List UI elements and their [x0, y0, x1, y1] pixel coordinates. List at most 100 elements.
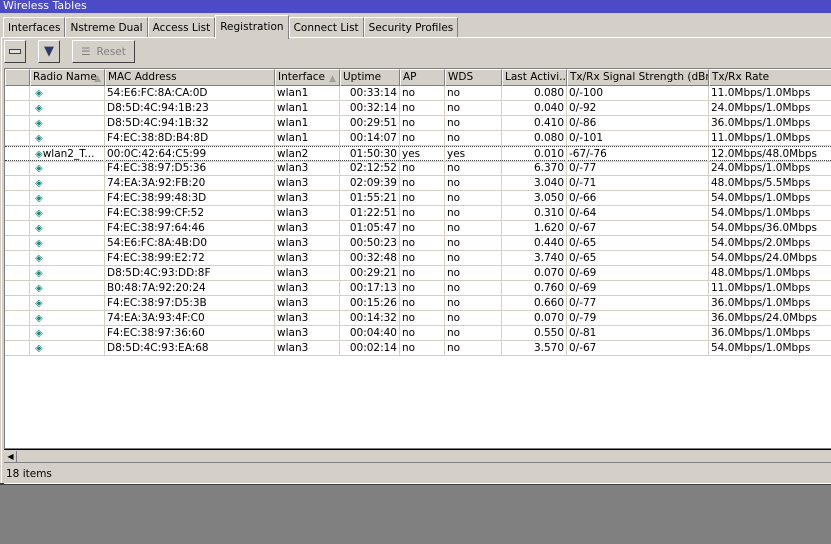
- cell-text: 0/-64: [569, 207, 597, 219]
- column-header-uptime[interactable]: Uptime: [340, 69, 400, 86]
- reset-list-icon: ☰: [81, 45, 91, 58]
- cell-interface: wlan1: [275, 131, 340, 146]
- column-label: Interface: [278, 71, 326, 83]
- minus-icon: [9, 49, 21, 54]
- cell-mac-address: 74:EA:3A:93:4F:C0: [105, 311, 275, 326]
- wireless-tables-window: Interfaces Nstreme Dual Access List Regi…: [0, 13, 831, 485]
- table-row[interactable]: ◈ F4:EC:38:97:D5:36 wlan3 02:12:52 no no 6.370…: [5, 161, 831, 176]
- row-select-cell[interactable]: [5, 221, 30, 236]
- cell-text: no: [402, 117, 416, 129]
- cell-text: 54:E6:FC:8A:CA:0D: [107, 87, 208, 99]
- table-row[interactable]: ◈ F4:EC:38:99:48:3D wlan3 01:55:21 no no 3.050…: [5, 191, 831, 206]
- cell-interface: wlan3: [275, 311, 340, 326]
- table-row[interactable]: ◈ 74:EA:3A:93:4F:C0 wlan3 00:14:32 no no 0.070…: [5, 311, 831, 326]
- tab-registration[interactable]: Registration: [215, 15, 289, 39]
- cell-text: no: [402, 102, 416, 114]
- cell-interface: wlan3: [275, 326, 340, 341]
- table-row[interactable]: ◈ 54:E6:FC:8A:CA:0D wlan1 00:33:14 no no 0.080…: [5, 86, 831, 101]
- tab-nstreme-dual[interactable]: Nstreme Dual: [65, 17, 148, 38]
- table-row[interactable]: ◈ D8:5D:4C:94:1B:23 wlan1 00:32:14 no no 0.040…: [5, 101, 831, 116]
- cell-interface: wlan3: [275, 341, 340, 356]
- table-row[interactable]: ◈ 54:E6:FC:8A:4B:D0 wlan3 00:50:23 no no 0.440…: [5, 236, 831, 251]
- tab-connect-list[interactable]: Connect List: [288, 17, 364, 38]
- cell-text: 24.0Mbps/1.0Mbps: [711, 102, 811, 114]
- cell-signal-strength: 0/-92: [567, 101, 709, 116]
- cell-text: D8:5D:4C:93:DD:8F: [107, 267, 211, 279]
- row-select-cell[interactable]: [5, 236, 30, 251]
- cell-text: no: [402, 222, 416, 234]
- row-select-cell[interactable]: [5, 251, 30, 266]
- column-header-radio-name[interactable]: Radio Name ▲: [30, 69, 105, 86]
- table-row[interactable]: ◈ F4:EC:38:99:CF:52 wlan3 01:22:51 no no 0.310…: [5, 206, 831, 221]
- cell-radio-name: ◈: [30, 341, 105, 356]
- cell-mac-address: 74:EA:3A:92:FB:20: [105, 176, 275, 191]
- cell-text: 3.050: [533, 192, 564, 204]
- row-select-cell[interactable]: [5, 341, 30, 356]
- column-header-interface[interactable]: Interface ▲: [275, 69, 340, 86]
- row-select-cell[interactable]: [5, 206, 30, 221]
- table-row[interactable]: ◈ 74:EA:3A:92:FB:20 wlan3 02:09:39 no no 3.040…: [5, 176, 831, 191]
- cell-text: 0/-77: [569, 297, 597, 309]
- table-row[interactable]: ◈ B0:48:7A:92:20:24 wlan3 00:17:13 no no 0.760…: [5, 281, 831, 296]
- row-select-cell[interactable]: [5, 281, 30, 296]
- cell-text: 0.070: [533, 312, 564, 324]
- tab-security-profiles[interactable]: Security Profiles: [363, 17, 459, 38]
- table-row[interactable]: ◈ D8:5D:4C:94:1B:32 wlan1 00:29:51 no no 0.410…: [5, 116, 831, 131]
- table-row[interactable]: ◈ F4:EC:38:97:64:46 wlan3 01:05:47 no no 1.620…: [5, 221, 831, 236]
- column-header-tx-rx-rate[interactable]: Tx/Rx Rate: [709, 69, 831, 86]
- row-select-cell[interactable]: [5, 311, 30, 326]
- filter-button[interactable]: ▼: [38, 40, 60, 63]
- cell-text: 00:29:21: [349, 267, 397, 279]
- cell-uptime: 01:05:47: [340, 221, 400, 236]
- cell-text: 0/-66: [569, 192, 597, 204]
- row-select-cell[interactable]: [5, 176, 30, 191]
- column-header-ap[interactable]: AP: [400, 69, 445, 86]
- row-select-cell[interactable]: [5, 116, 30, 131]
- cell-text: 0.550: [533, 327, 564, 339]
- wireless-client-icon: ◈: [35, 223, 43, 234]
- remove-button[interactable]: [4, 40, 26, 63]
- cell-text: F4:EC:38:97:D5:36: [107, 162, 207, 174]
- cell-last-activity: 3.040: [502, 176, 567, 191]
- table-row[interactable]: ◈ F4:EC:38:8D:B4:8D wlan1 00:14:07 no no 0.080…: [5, 131, 831, 146]
- column-header-select[interactable]: [5, 69, 30, 86]
- table-row[interactable]: ◈ F4:EC:38:97:36:60 wlan3 00:04:40 no no 0.550…: [5, 326, 831, 341]
- wireless-client-icon: ◈: [35, 88, 43, 99]
- row-select-cell[interactable]: [5, 86, 30, 101]
- cell-text: 11.0Mbps/1.0Mbps: [711, 282, 811, 294]
- row-select-cell[interactable]: [5, 101, 30, 116]
- column-header-wds[interactable]: WDS: [445, 69, 502, 86]
- column-header-last-activity[interactable]: Last Activi...: [502, 69, 567, 86]
- table-row[interactable]: ◈ F4:EC:38:99:E2:72 wlan3 00:32:48 no no 3.740…: [5, 251, 831, 266]
- cell-mac-address: 54:E6:FC:8A:CA:0D: [105, 86, 275, 101]
- row-select-cell[interactable]: [5, 131, 30, 146]
- row-select-cell[interactable]: [5, 191, 30, 206]
- table-row[interactable]: ◈ F4:EC:38:97:D5:3B wlan3 00:15:26 no no 0.660…: [5, 296, 831, 311]
- column-label: Uptime: [343, 71, 382, 83]
- table-row[interactable]: ◈wlan2_T... 00:0C:42:64:C5:99 wlan2 01:50:3…: [5, 146, 831, 162]
- wireless-client-icon: ◈: [35, 313, 43, 324]
- cell-radio-name: ◈: [30, 161, 105, 176]
- tab-access-list[interactable]: Access List: [147, 17, 216, 38]
- table-row[interactable]: ◈ D8:5D:4C:93:DD:8F wlan3 00:29:21 no no 0.070…: [5, 266, 831, 281]
- column-header-mac-address[interactable]: MAC Address: [105, 69, 275, 86]
- column-label: WDS: [448, 71, 474, 83]
- reset-button[interactable]: ☰ Reset: [72, 40, 135, 63]
- table-row[interactable]: ◈ D8:5D:4C:93:EA:68 wlan3 00:02:14 no no 3.570…: [5, 341, 831, 356]
- cell-text: 0.070: [533, 267, 564, 279]
- row-select-cell[interactable]: [5, 147, 30, 162]
- cell-last-activity: 0.040: [502, 101, 567, 116]
- row-select-cell[interactable]: [5, 326, 30, 341]
- cell-text: 0.660: [533, 297, 564, 309]
- cell-signal-strength: 0/-65: [567, 236, 709, 251]
- row-select-cell[interactable]: [5, 266, 30, 281]
- horizontal-scrollbar[interactable]: ◀: [4, 449, 831, 463]
- cell-wds: no: [445, 191, 502, 206]
- tab-interfaces[interactable]: Interfaces: [3, 17, 66, 38]
- column-header-signal-strength[interactable]: Tx/Rx Signal Strength (dBm): [567, 69, 709, 86]
- row-select-cell[interactable]: [5, 296, 30, 311]
- cell-interface: wlan1: [275, 116, 340, 131]
- scroll-left-icon[interactable]: ◀: [5, 451, 17, 462]
- row-select-cell[interactable]: [5, 161, 30, 176]
- cell-signal-strength: 0/-77: [567, 296, 709, 311]
